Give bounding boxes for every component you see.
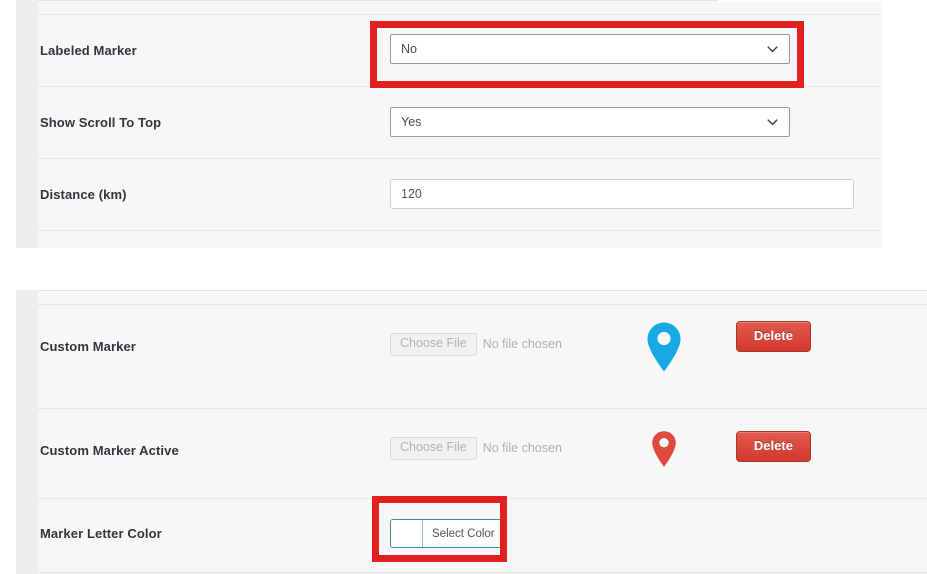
field-label-show-scroll-to-top: Show Scroll To Top xyxy=(40,115,162,130)
field-row-marker-letter-color: Marker Letter Color Select Color xyxy=(38,499,927,573)
color-swatch[interactable] xyxy=(391,520,423,547)
field-label-labeled-marker: Labeled Marker xyxy=(40,43,137,58)
custom-marker-active-delete-button[interactable]: Delete xyxy=(735,431,811,462)
custom-marker-active-choose-file-button[interactable]: Choose File xyxy=(390,437,477,460)
distance-input[interactable]: 120 xyxy=(390,179,854,209)
marker-letter-color-picker[interactable]: Select Color xyxy=(390,519,505,548)
field-control-show-scroll-to-top: Yes xyxy=(390,87,882,137)
field-row-custom-marker: Custom Marker Choose File No file chosen… xyxy=(38,305,927,409)
partial-row-bottom xyxy=(38,231,882,247)
field-label-custom-marker: Custom Marker xyxy=(40,339,136,354)
field-control-custom-marker-active: Choose File No file chosen Delete xyxy=(390,409,927,473)
show-scroll-to-top-select[interactable]: Yes xyxy=(390,107,790,137)
chevron-down-icon xyxy=(766,116,779,129)
custom-marker-active-file-input[interactable]: Choose File No file chosen xyxy=(390,437,562,460)
show-scroll-to-top-select-value: Yes xyxy=(401,115,422,129)
settings-page: Labeled Marker No Show Scroll To Top Yes xyxy=(0,0,927,574)
field-label-distance: Distance (km) xyxy=(40,187,127,202)
partial-row-bottom-panel-top xyxy=(38,291,927,305)
custom-marker-file-input[interactable]: Choose File No file chosen xyxy=(390,333,562,356)
field-control-marker-letter-color: Select Color xyxy=(390,499,927,548)
custom-marker-active-file-status: No file chosen xyxy=(482,441,562,456)
select-color-button[interactable]: Select Color xyxy=(423,520,504,547)
field-label-marker-letter-color: Marker Letter Color xyxy=(40,526,162,541)
field-row-show-scroll-to-top: Show Scroll To Top Yes xyxy=(38,87,882,159)
labeled-marker-select-value: No xyxy=(401,42,417,56)
labeled-marker-select[interactable]: No xyxy=(390,34,790,64)
settings-panel-top: Labeled Marker No Show Scroll To Top Yes xyxy=(38,0,882,248)
left-gutter-bottom xyxy=(16,290,38,574)
field-row-labeled-marker: Labeled Marker No xyxy=(38,15,882,87)
map-pin-icon xyxy=(646,321,682,378)
field-control-distance: 120 xyxy=(390,159,882,209)
field-control-custom-marker: Choose File No file chosen Delete xyxy=(390,305,927,378)
settings-panel-bottom: Custom Marker Choose File No file chosen… xyxy=(38,290,927,574)
page-top-hairline xyxy=(718,0,883,2)
custom-marker-file-status: No file chosen xyxy=(482,337,562,352)
chevron-down-icon xyxy=(766,43,779,56)
field-row-custom-marker-active: Custom Marker Active Choose File No file… xyxy=(38,409,927,499)
field-control-labeled-marker: No xyxy=(390,15,882,64)
custom-marker-delete-button[interactable]: Delete xyxy=(735,321,811,352)
partial-row-top xyxy=(38,1,882,15)
field-row-distance: Distance (km) 120 xyxy=(38,159,882,231)
field-label-custom-marker-active: Custom Marker Active xyxy=(40,443,179,458)
custom-marker-choose-file-button[interactable]: Choose File xyxy=(390,333,477,356)
left-gutter-top xyxy=(16,0,38,248)
distance-input-value: 120 xyxy=(401,187,422,201)
map-pin-icon xyxy=(651,430,677,473)
